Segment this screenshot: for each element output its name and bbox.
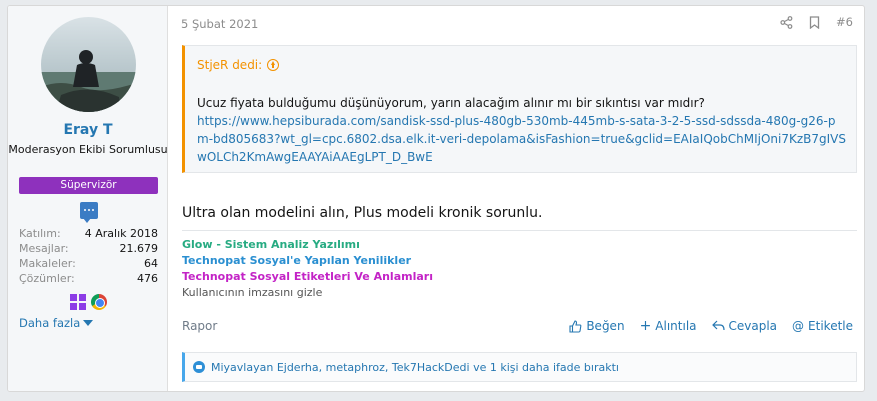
- user-stats: Katılım: 4 Aralık 2018 Mesajlar: 21.679 …: [19, 227, 158, 287]
- quote-text: Ucuz fiyata bulduğumu düşünüyorum, yarın…: [197, 96, 705, 110]
- stat-label: Katılım:: [19, 227, 61, 240]
- like-reaction-icon: [193, 361, 205, 373]
- post-footer-actions: Beğen + Alıntıla Cevapla @ Etiketle: [569, 319, 853, 333]
- message-text: Ultra olan modelini alın, Plus modeli kr…: [182, 205, 543, 221]
- thumbs-up-icon: [569, 319, 582, 333]
- reactions-text[interactable]: Miyavlayan Ejderha, metaphroz, Tek7HackD…: [211, 361, 619, 374]
- like-label: Beğen: [586, 319, 625, 333]
- chrome-icon: [91, 294, 107, 310]
- signature-link-tags[interactable]: Technopat Sosyal Etiketleri Ve Anlamları: [182, 269, 433, 285]
- stat-label: Çözümler:: [19, 272, 75, 285]
- quote-author-link[interactable]: StjeR dedi:: [197, 58, 280, 72]
- stat-label: Makaleler:: [19, 257, 76, 270]
- post-number[interactable]: #6: [836, 15, 853, 29]
- quote-author: StjeR dedi:: [197, 58, 263, 72]
- stat-value[interactable]: 64: [144, 257, 158, 271]
- hide-signature-link[interactable]: Kullanıcının imzasını gizle: [182, 285, 433, 301]
- chat-icon[interactable]: [80, 202, 98, 223]
- device-badges: [70, 294, 107, 310]
- plus-icon: +: [639, 318, 652, 334]
- stat-value[interactable]: 21.679: [120, 242, 159, 256]
- stat-messages: Mesajlar: 21.679: [19, 242, 158, 256]
- reply-button[interactable]: Cevapla: [711, 319, 778, 333]
- signature-link-updates[interactable]: Technopat Sosyal'e Yapılan Yenilikler: [182, 253, 433, 269]
- share-icon[interactable]: [780, 15, 793, 29]
- tag-label: Etiketle: [808, 319, 853, 333]
- stat-value: 4 Aralık 2018: [84, 227, 158, 240]
- stat-solutions: Çözümler: 476: [19, 272, 158, 286]
- like-button[interactable]: Beğen: [569, 319, 625, 333]
- quote-block: StjeR dedi: Ucuz fiyata bulduğumu düşünü…: [182, 45, 857, 173]
- stat-label: Mesajlar:: [19, 242, 69, 255]
- signature: Glow - Sistem Analiz Yazılımı Technopat …: [182, 237, 433, 301]
- message-main: 5 Şubat 2021 #6 StjeR dedi: Ucuz fiyata …: [168, 6, 864, 391]
- reactions-bar[interactable]: Miyavlayan Ejderha, metaphroz, Tek7HackD…: [182, 352, 857, 382]
- user-title: Moderasyon Ekibi Sorumlusu: [8, 143, 168, 156]
- stat-value[interactable]: 476: [137, 272, 158, 286]
- post-header-actions: #6: [780, 15, 853, 29]
- signature-divider: [182, 230, 857, 231]
- quote-link[interactable]: https://www.hepsiburada.com/sandisk-ssd-…: [197, 112, 847, 166]
- at-icon: @: [792, 319, 805, 333]
- quote-button[interactable]: + Alıntıla: [640, 319, 697, 333]
- quote-label: Alıntıla: [655, 319, 697, 333]
- bookmark-icon[interactable]: [809, 15, 820, 29]
- avatar[interactable]: [41, 17, 136, 112]
- post-date[interactable]: 5 Şubat 2021: [181, 17, 258, 31]
- reply-label: Cevapla: [728, 319, 778, 333]
- stat-articles: Makaleler: 64: [19, 257, 158, 271]
- quote-content: Ucuz fiyata bulduğumu düşünüyorum, yarın…: [197, 94, 847, 166]
- arrow-up-icon: [267, 59, 280, 71]
- user-info-panel: Eray T Moderasyon Ekibi Sorumlusu Süperv…: [8, 6, 168, 391]
- message-post: Eray T Moderasyon Ekibi Sorumlusu Süperv…: [7, 5, 865, 392]
- windows-icon: [70, 294, 86, 310]
- stat-joined: Katılım: 4 Aralık 2018: [19, 227, 158, 241]
- user-banner: Süpervizör: [19, 177, 158, 194]
- reply-icon: [711, 320, 725, 331]
- more-info-toggle[interactable]: Daha fazla: [19, 316, 94, 330]
- chevron-down-icon: [83, 320, 94, 326]
- signature-link-glow[interactable]: Glow - Sistem Analiz Yazılımı: [182, 237, 433, 253]
- tag-button[interactable]: @ Etiketle: [792, 319, 853, 333]
- more-label: Daha fazla: [19, 316, 81, 330]
- report-link[interactable]: Rapor: [182, 319, 217, 333]
- username[interactable]: Eray T: [8, 122, 168, 138]
